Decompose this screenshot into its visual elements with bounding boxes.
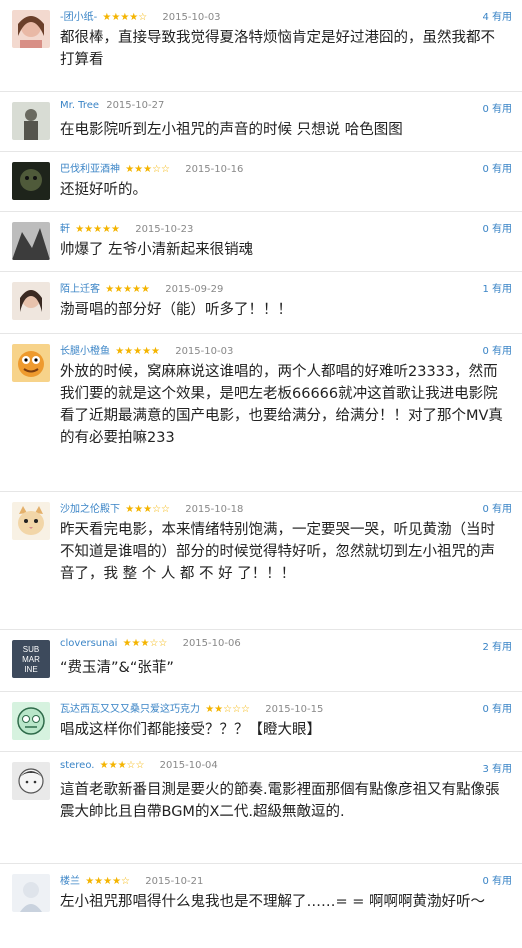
comment-item: 軒 ★★★★★ 2015-10-23 0 有用 帅爆了 左爷小清新起来很销魂 <box>0 212 522 272</box>
useful-button[interactable]: 0 有用 <box>482 220 512 235</box>
comment-item: 陌上迁客 ★★★★★ 2015-09-29 1 有用 渤哥唱的部分好（能）听多了… <box>0 272 522 334</box>
comment-text: 在电影院听到左小祖咒的声音的时候 只想说 哈色图图 <box>60 122 403 138</box>
comment-meta: 巴伐利亚酒神 ★★★☆☆ 2015-10-16 0 有用 <box>60 160 512 178</box>
comment-username[interactable]: stereo. <box>60 760 94 771</box>
comment-text: 渤哥唱的部分好（能）听多了！！！ <box>60 302 292 318</box>
comment-meta: 瓦达西瓦又又又桑只爱这巧克力 ★★☆☆☆ 2015-10-15 0 有用 <box>60 700 512 718</box>
comment-username[interactable]: cloversunai <box>60 638 117 649</box>
rating-stars: ★★★★★ <box>115 346 161 357</box>
girl-avatar-icon[interactable] <box>12 10 50 48</box>
comment-meta: cloversunai ★★★☆☆ 2015-10-06 2 有用 <box>60 638 512 656</box>
cartoon-avatar-icon[interactable] <box>12 344 50 382</box>
girl2-avatar-icon[interactable] <box>12 282 50 320</box>
useful-button[interactable]: 3 有用 <box>482 760 512 775</box>
comment-username[interactable]: 巴伐利亚酒神 <box>60 164 120 175</box>
comment-text: “费玉清”&“张菲” <box>60 660 174 676</box>
comment-meta: 陌上迁客 ★★★★★ 2015-09-29 1 有用 <box>60 280 512 298</box>
comment-text: 外放的时候，窝麻麻说这谁唱的，两个人都唱的好难听23333，然而我们要的就是这个… <box>60 364 503 446</box>
comment-text: 這首老歌新番目測是要火的節奏.電影裡面那個有點像彦祖又有點像張震大帥比且自帶BG… <box>60 782 500 820</box>
svg-text:SUB: SUB <box>23 645 39 654</box>
comment-item: Mr. Tree 2015-10-27 0 有用 在电影院听到左小祖咒的声音的时… <box>0 92 522 152</box>
comment-date: 2015-10-21 <box>145 876 204 887</box>
useful-button[interactable]: 4 有用 <box>482 8 512 23</box>
rating-stars: ★★☆☆☆ <box>205 704 251 715</box>
comment-meta: 长腿小橙鱼 ★★★★★ 2015-10-03 0 有用 <box>60 342 512 360</box>
rating-stars: ★★★★☆ <box>102 12 148 23</box>
comment-item: 沙加之伦殿下 ★★★☆☆ 2015-10-18 0 有用 昨天看完电影，本来情绪… <box>0 492 522 630</box>
comment-item: 瓦达西瓦又又又桑只爱这巧克力 ★★☆☆☆ 2015-10-15 0 有用 唱成这… <box>0 692 522 752</box>
comment-meta: Mr. Tree 2015-10-27 0 有用 <box>60 100 512 118</box>
comment-username[interactable]: -团小纸- <box>60 12 97 23</box>
useful-button[interactable]: 0 有用 <box>482 160 512 175</box>
comment-text: 还挺好听的。 <box>60 182 147 198</box>
comment-username[interactable]: 瓦达西瓦又又又桑只爱这巧克力 <box>60 704 200 715</box>
comment-date: 2015-10-23 <box>135 224 194 235</box>
dark-avatar-icon[interactable] <box>12 162 50 200</box>
comment-date: 2015-10-27 <box>106 100 165 111</box>
comment-username[interactable]: 长腿小橙鱼 <box>60 346 110 357</box>
comment-date: 2015-09-29 <box>165 284 224 295</box>
rating-stars: ★★★☆☆ <box>125 164 171 175</box>
comment-item: SUB MAR INE cloversunai ★★★☆☆ 2015-10-06… <box>0 630 522 692</box>
comment-date: 2015-10-03 <box>175 346 234 357</box>
comment-username[interactable]: 軒 <box>60 224 70 235</box>
cat-avatar-icon[interactable] <box>12 502 50 540</box>
comment-text: 左小祖咒那唱得什么鬼我也是不理解了……= = 啊啊啊黄渤好听～ <box>60 894 486 910</box>
rating-stars: ★★★☆☆ <box>125 504 171 515</box>
comment-date: 2015-10-18 <box>185 504 244 515</box>
comment-text: 都很棒，直接导致我觉得夏洛特烦恼肯定是好过港囧的，虽然我都不打算看 <box>60 30 495 68</box>
comment-item: stereo. ★★★☆☆ 2015-10-04 3 有用 這首老歌新番目測是要… <box>0 752 522 864</box>
comment-text: 帅爆了 左爷小清新起来很销魂 <box>60 242 254 258</box>
comment-username[interactable]: 沙加之伦殿下 <box>60 504 120 515</box>
submarine-avatar-icon[interactable]: SUB MAR INE <box>12 640 50 678</box>
useful-button[interactable]: 0 有用 <box>482 500 512 515</box>
comment-date: 2015-10-16 <box>185 164 244 175</box>
light-avatar-icon[interactable] <box>12 874 50 912</box>
comment-date: 2015-10-03 <box>162 12 221 23</box>
comment-meta: 軒 ★★★★★ 2015-10-23 0 有用 <box>60 220 512 238</box>
useful-button[interactable]: 2 有用 <box>482 638 512 653</box>
useful-button[interactable]: 1 有用 <box>482 280 512 295</box>
rating-stars: ★★★★☆ <box>85 876 131 887</box>
sketch-avatar-icon[interactable] <box>12 762 50 800</box>
useful-button[interactable]: 0 有用 <box>482 700 512 715</box>
man-avatar-icon[interactable] <box>12 102 50 140</box>
comment-item: -团小纸- ★★★★☆ 2015-10-03 4 有用 都很棒，直接导致我觉得夏… <box>0 0 522 92</box>
comment-username[interactable]: 陌上迁客 <box>60 284 100 295</box>
svg-text:MAR: MAR <box>22 655 40 664</box>
comment-meta: 楼兰 ★★★★☆ 2015-10-21 0 有用 <box>60 872 512 890</box>
comment-username[interactable]: 楼兰 <box>60 876 80 887</box>
useful-button[interactable]: 0 有用 <box>482 872 512 887</box>
rating-stars: ★★★☆☆ <box>99 760 145 771</box>
comment-date: 2015-10-04 <box>159 760 218 771</box>
comment-meta: stereo. ★★★☆☆ 2015-10-04 3 有用 <box>60 760 512 778</box>
svg-text:INE: INE <box>24 665 37 674</box>
comment-meta: -团小纸- ★★★★☆ 2015-10-03 4 有用 <box>60 8 512 26</box>
comment-date: 2015-10-06 <box>182 638 241 649</box>
comment-item: 巴伐利亚酒神 ★★★☆☆ 2015-10-16 0 有用 还挺好听的。 <box>0 152 522 212</box>
rating-stars: ★★★★★ <box>75 224 121 235</box>
comment-date: 2015-10-15 <box>265 704 324 715</box>
useful-button[interactable]: 0 有用 <box>482 100 512 115</box>
comment-item: 长腿小橙鱼 ★★★★★ 2015-10-03 0 有用 外放的时候，窝麻麻说这谁… <box>0 334 522 492</box>
rating-stars: ★★★☆☆ <box>122 638 168 649</box>
useful-button[interactable]: 0 有用 <box>482 342 512 357</box>
cartoon-face-avatar-icon[interactable] <box>12 702 50 740</box>
comment-text: 唱成这样你们都能接受？？？【瞪大眼】 <box>60 722 321 738</box>
bw-avatar-icon[interactable] <box>12 222 50 260</box>
comment-item: 楼兰 ★★★★☆ 2015-10-21 0 有用 左小祖咒那唱得什么鬼我也是不理… <box>0 864 522 948</box>
rating-stars: ★★★★★ <box>105 284 151 295</box>
comment-username[interactable]: Mr. Tree <box>60 100 99 111</box>
comment-text: 昨天看完电影，本来情绪特别饱满，一定要哭一哭，听见黄渤（当时不知道是谁唱的）部分… <box>60 522 495 582</box>
comment-meta: 沙加之伦殿下 ★★★☆☆ 2015-10-18 0 有用 <box>60 500 512 518</box>
